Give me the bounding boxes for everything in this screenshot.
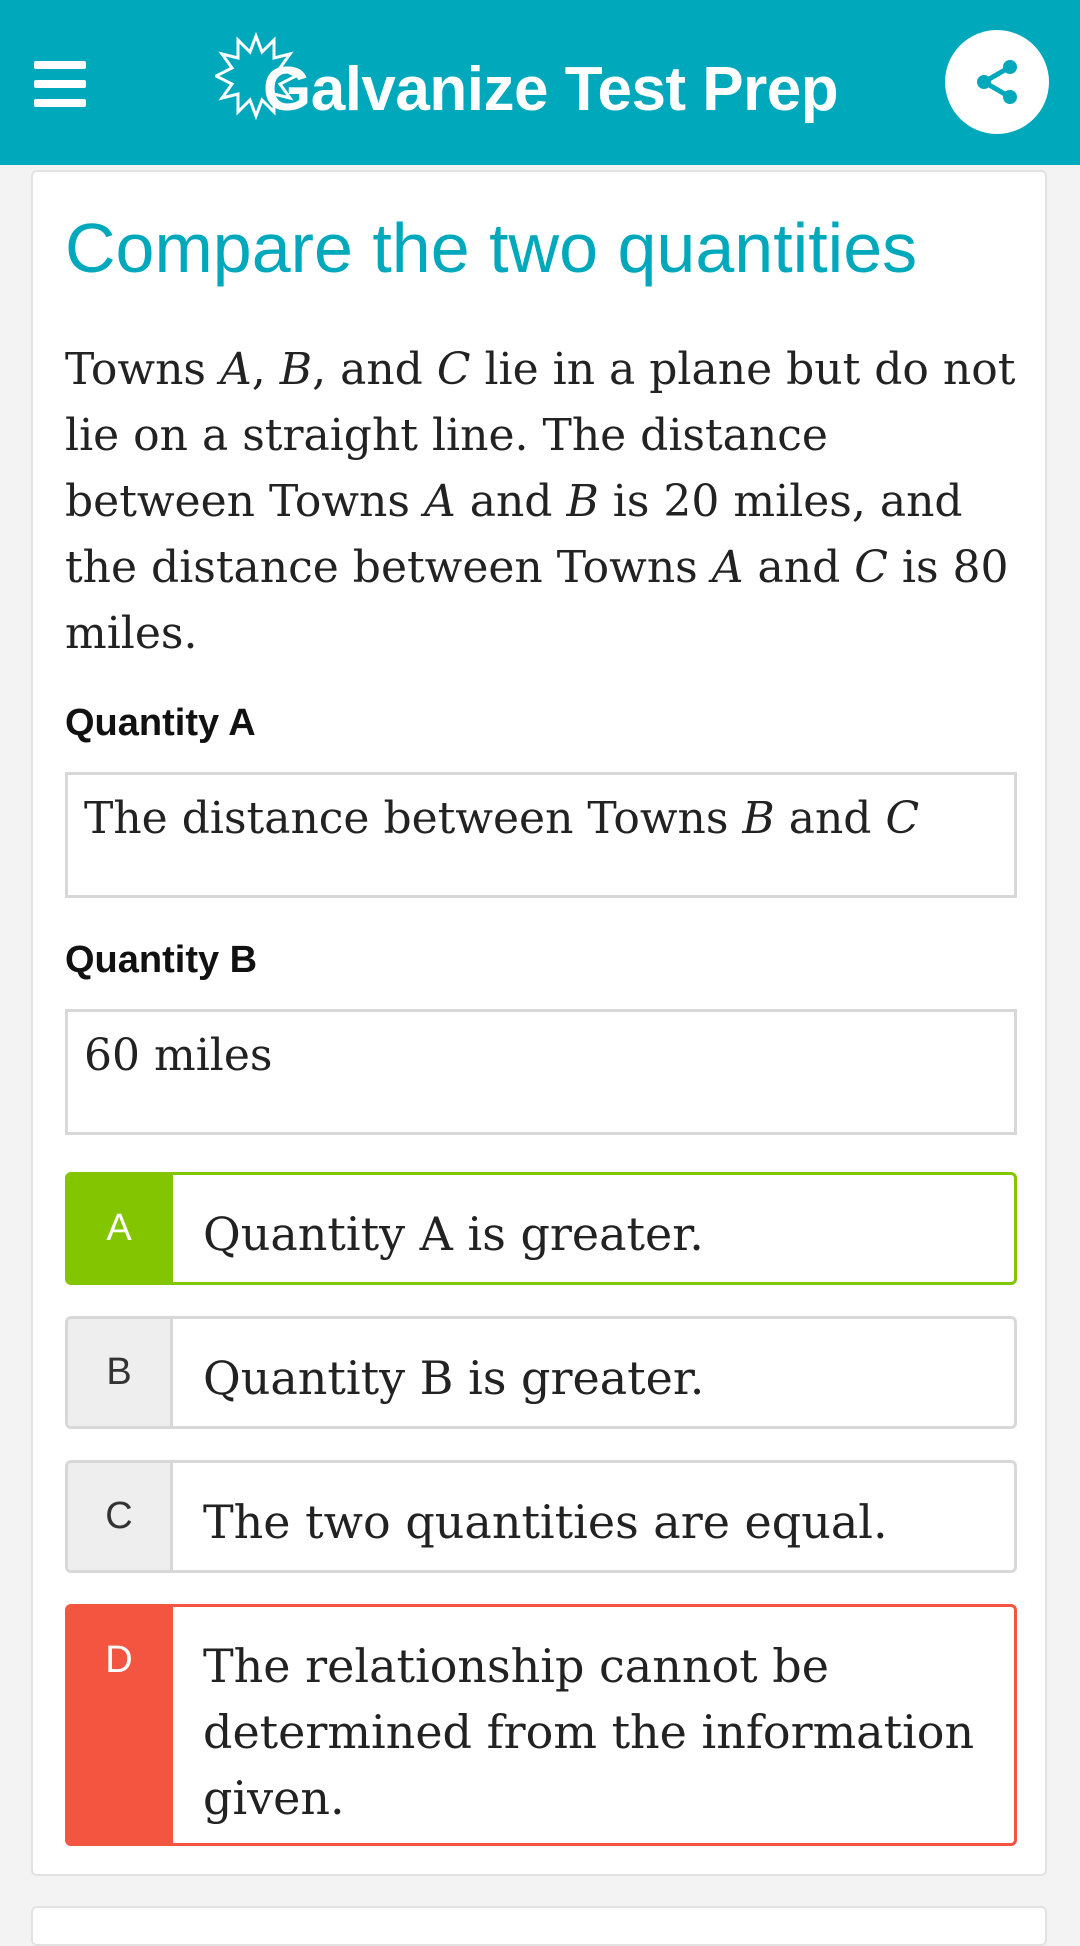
answer-choice-c[interactable]: C The two quantities are equal.: [65, 1460, 1017, 1573]
menu-button[interactable]: [24, 48, 96, 120]
share-button[interactable]: [945, 30, 1049, 134]
math-variable: A: [220, 344, 252, 395]
quantity-b-label: Quantity B: [65, 939, 258, 981]
share-icon: [977, 60, 1017, 104]
math-variable: C: [885, 793, 920, 844]
choice-letter: C: [68, 1463, 173, 1570]
question-card: Compare the two quantities Towns A, B, a…: [31, 170, 1047, 1876]
question-stem: Towns A, B, and C lie in a plane but do …: [65, 344, 1016, 659]
choice-text: Quantity B is greater.: [203, 1351, 705, 1405]
math-variable: B: [742, 793, 775, 844]
next-card-edge: [31, 1906, 1047, 1946]
quantity-a-box: The distance between Towns B and C: [65, 772, 1017, 898]
choice-text: Quantity A is greater.: [203, 1207, 704, 1261]
math-variable: C: [436, 344, 471, 395]
math-variable: C: [854, 542, 888, 593]
question-type-title: Compare the two quantities: [65, 209, 918, 287]
quantity-b-box: 60 miles: [65, 1009, 1017, 1135]
menu-icon-bar: [34, 61, 86, 69]
answer-choice-a[interactable]: A Quantity A is greater.: [65, 1172, 1017, 1285]
choice-text: The relationship cannot be determined fr…: [203, 1639, 975, 1825]
answer-choice-b[interactable]: B Quantity B is greater.: [65, 1316, 1017, 1429]
choice-letter: D: [68, 1607, 173, 1843]
choice-text: The two quantities are equal.: [203, 1495, 888, 1549]
app-title: Galvanize Test Prep: [263, 54, 839, 124]
math-variable: A: [711, 542, 744, 593]
quantity-a-label: Quantity A: [65, 702, 256, 744]
answer-choice-d[interactable]: D The relationship cannot be determined …: [65, 1604, 1017, 1846]
choice-letter: A: [68, 1175, 173, 1282]
math-variable: B: [566, 476, 599, 527]
math-variable: B: [279, 344, 313, 395]
brand: Galvanize Test Prep: [215, 22, 839, 152]
choice-letter: B: [68, 1319, 173, 1426]
top-app-bar: Galvanize Test Prep: [0, 0, 1080, 165]
math-variable: A: [423, 476, 456, 527]
menu-icon-bar: [34, 99, 86, 107]
menu-icon-bar: [34, 80, 86, 88]
